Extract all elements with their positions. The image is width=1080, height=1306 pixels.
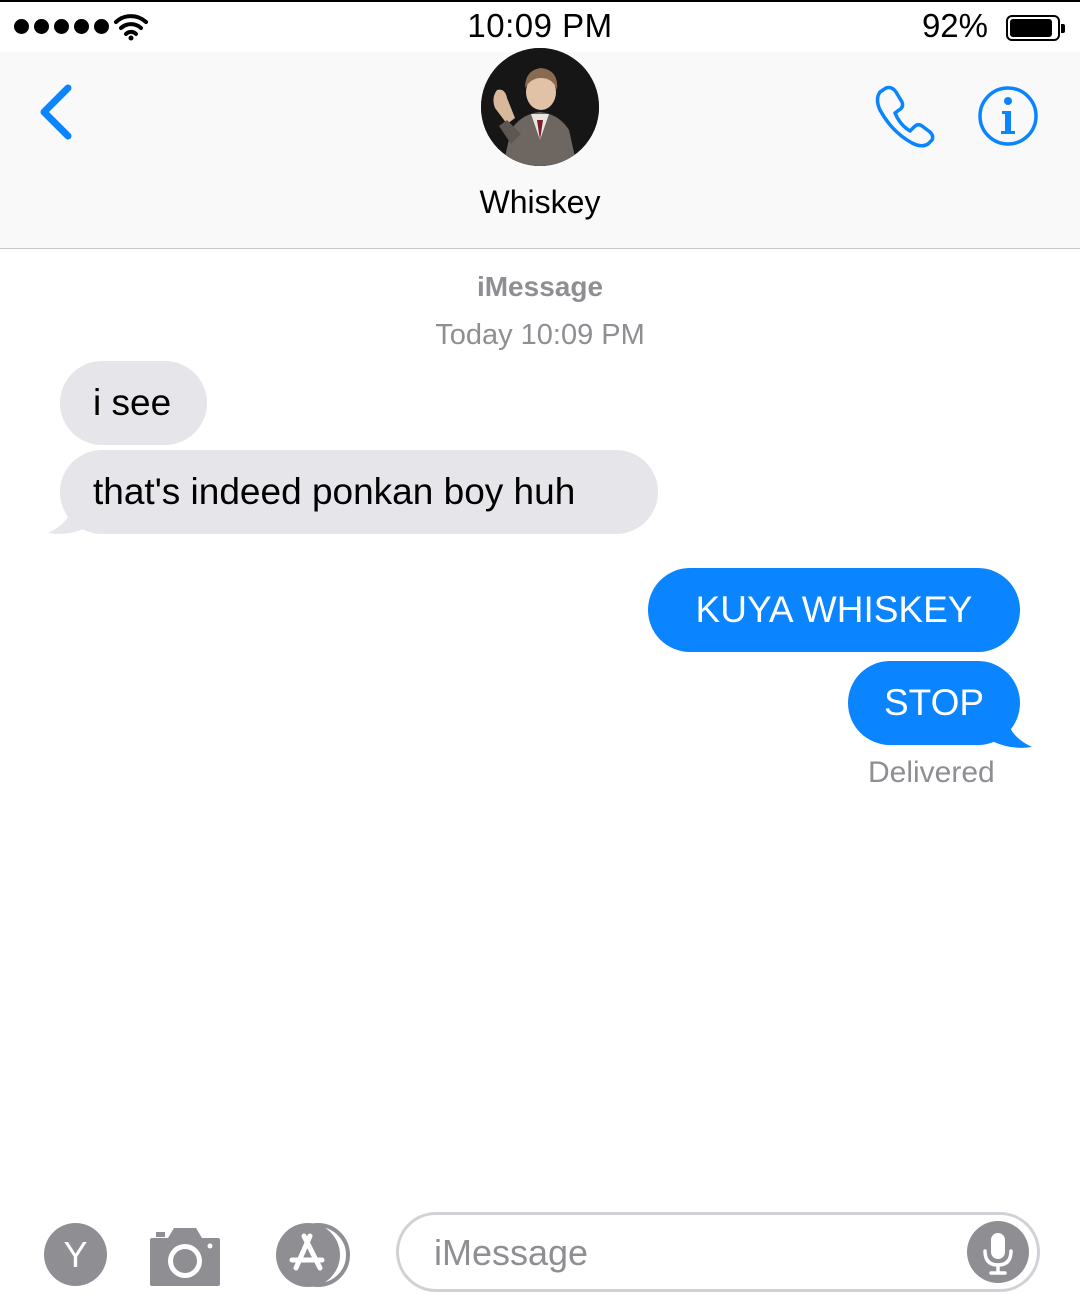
back-chevron-icon[interactable] <box>34 82 78 142</box>
battery-icon <box>1006 15 1065 41</box>
phone-icon[interactable] <box>872 82 938 148</box>
status-time: 10:09 PM <box>467 7 613 44</box>
info-icon[interactable] <box>976 84 1040 148</box>
service-label: iMessage <box>476 271 604 302</box>
conversation-header: Whiskey <box>0 48 1080 249</box>
battery-percent: 92% <box>921 7 988 44</box>
outgoing-message-bubble[interactable]: KUYA WHISKEY <box>648 568 1020 652</box>
incoming-message-bubble[interactable]: i see <box>60 361 207 445</box>
incoming-message-bubble[interactable]: that's indeed ponkan boy huh <box>60 450 658 534</box>
message-input-field[interactable] <box>396 1212 1040 1292</box>
microphone-icon <box>983 1233 1013 1275</box>
thread-timestamp: Today 10:09 PM <box>435 319 645 351</box>
message-text: KUYA WHISKEY <box>695 589 973 630</box>
message-text: that's indeed ponkan boy huh <box>93 471 576 512</box>
memoji-avatar-button[interactable]: Y <box>44 1223 107 1286</box>
message-input[interactable] <box>432 1223 956 1283</box>
app-store-icon[interactable] <box>270 1222 356 1288</box>
compose-toolbar: Y <box>0 1196 1080 1306</box>
contact-photo <box>481 48 599 166</box>
microphone-button[interactable] <box>967 1221 1029 1283</box>
avatar-letter: Y <box>63 1234 88 1275</box>
outgoing-message-bubble[interactable]: STOP <box>848 661 1020 745</box>
contact-avatar[interactable] <box>481 48 599 166</box>
message-text: i see <box>93 382 172 423</box>
battery-fill <box>1010 19 1052 37</box>
contact-name[interactable]: Whiskey <box>0 184 1080 221</box>
delivery-status: Delivered <box>868 756 995 789</box>
camera-icon[interactable] <box>148 1224 222 1288</box>
status-bar: 10:09 PM 92% <box>0 2 1080 52</box>
message-text: STOP <box>883 682 985 723</box>
